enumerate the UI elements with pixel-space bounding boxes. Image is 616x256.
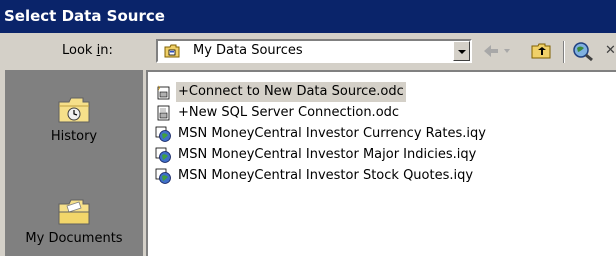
file-name: +Connect to New Data Source.odc (176, 82, 406, 102)
file-list[interactable]: +Connect to New Data Source.odc +New SQL… (146, 70, 616, 256)
file-name: MSN MoneyCentral Investor Major Indicies… (178, 147, 477, 162)
history-folder-icon (58, 97, 90, 123)
places-item-label: History (50, 129, 98, 144)
look-in-dropdown[interactable]: My Data Sources (156, 39, 472, 63)
toolbar-separator (563, 41, 565, 63)
new-connection-file-icon (156, 85, 170, 100)
my-documents-folder-icon (58, 199, 90, 225)
dialog-title: Select Data Source (0, 0, 616, 33)
up-one-level-icon[interactable] (528, 40, 556, 62)
search-web-icon[interactable] (570, 40, 598, 62)
back-icon[interactable] (478, 40, 514, 62)
file-name: MSN MoneyCentral Investor Stock Quotes.i… (178, 168, 474, 183)
file-name: MSN MoneyCentral Investor Currency Rates… (178, 126, 486, 141)
places-item-my-documents[interactable]: My Documents (5, 196, 143, 246)
file-name: +New SQL Server Connection.odc (178, 105, 400, 120)
web-query-icon (155, 126, 171, 142)
places-item-label: My Documents (25, 231, 123, 246)
places-item-history[interactable]: History (5, 94, 143, 144)
web-query-icon (155, 168, 171, 184)
dropdown-arrow-button[interactable] (453, 41, 470, 61)
look-in-label: Look in: (62, 43, 113, 58)
data-sources-folder-icon (164, 44, 180, 58)
web-query-icon (155, 147, 171, 163)
look-in-value: My Data Sources (193, 43, 303, 58)
places-bar: History My Documents (5, 70, 143, 256)
odc-file-icon (157, 105, 170, 121)
delete-icon[interactable]: ✕ (605, 40, 616, 62)
